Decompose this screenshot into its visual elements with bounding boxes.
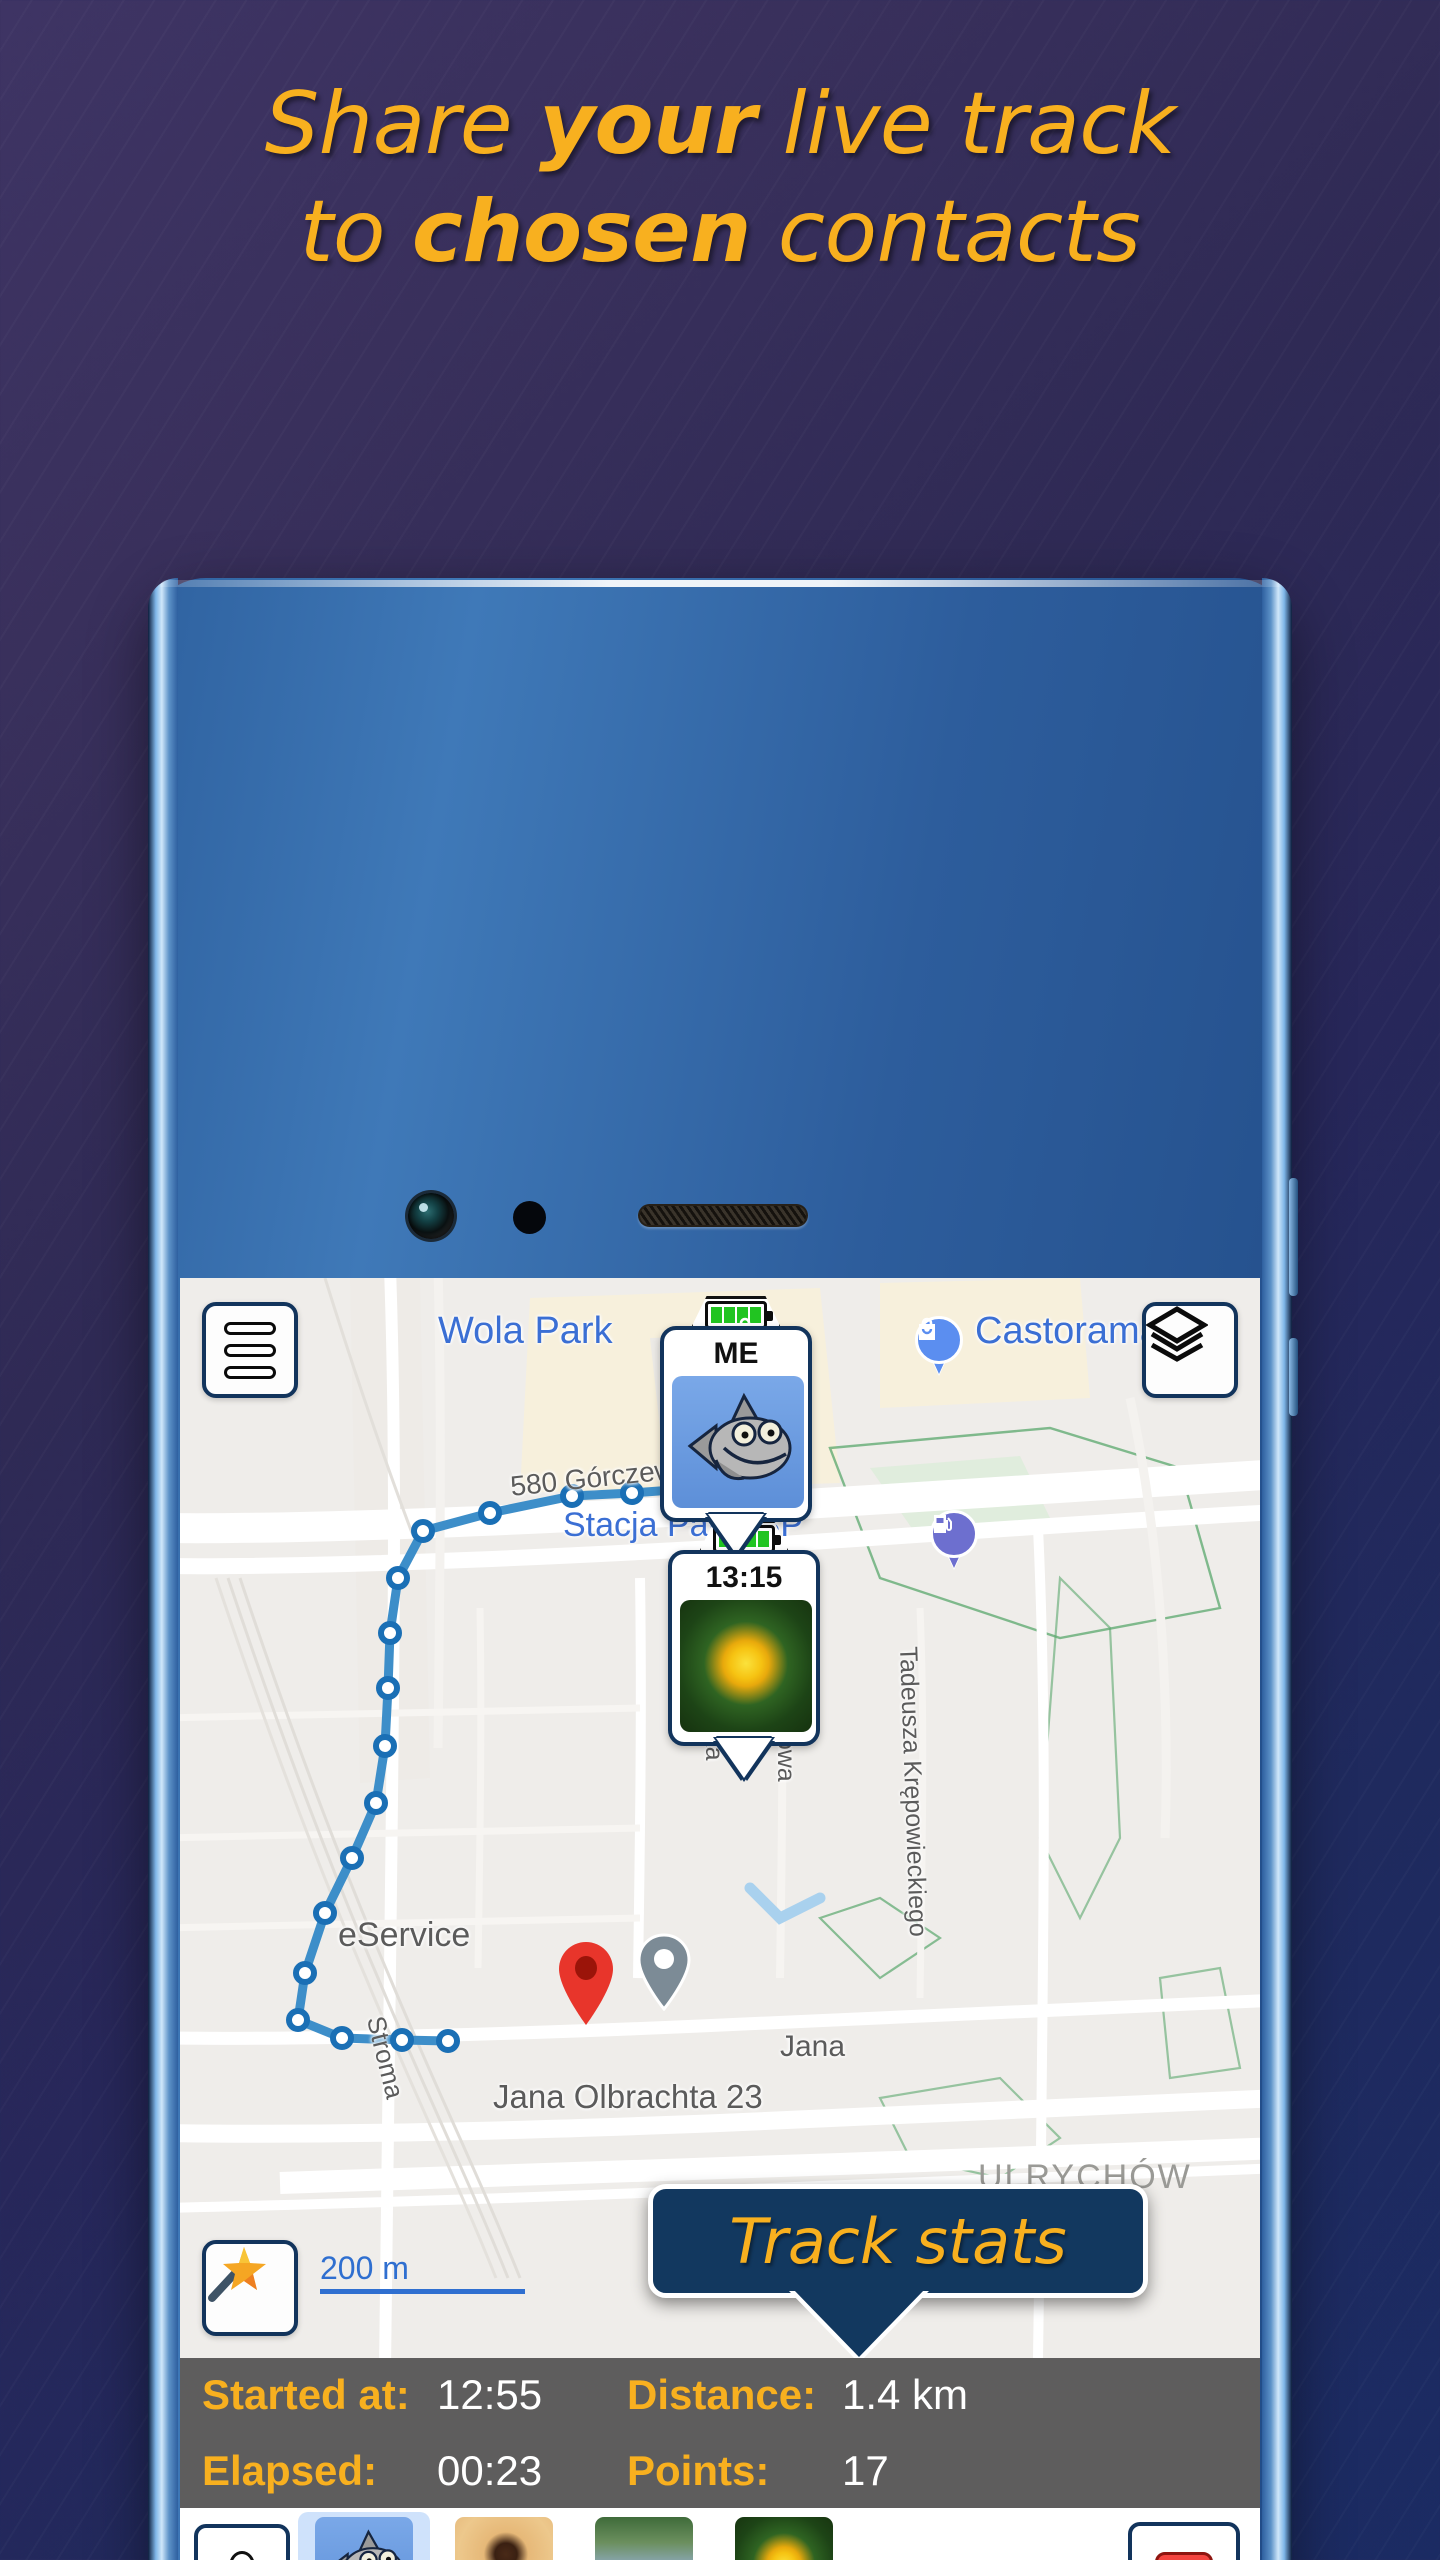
callout-bubble: ME [660, 1326, 812, 1554]
stat-value-points: 17 [842, 2447, 889, 2494]
headline-line-1: Share your live track [0, 70, 1440, 178]
phone-left-edge [148, 578, 178, 2560]
stat-label-points: Points: [627, 2447, 770, 2494]
callout-tail [716, 1738, 772, 1778]
stat-value-elapsed: 00:23 [437, 2447, 543, 2494]
marker-callout-me[interactable]: ME [660, 1296, 812, 1554]
headline-text: live track [755, 74, 1176, 174]
earpiece-speaker-icon [638, 1204, 808, 1227]
stat-label-elapsed: Elapsed: [202, 2447, 378, 2494]
contacts-list-button[interactable] [194, 2524, 290, 2560]
avatar [595, 2517, 693, 2560]
contact-item-paul[interactable]: Paul [578, 2512, 710, 2560]
lake-photo-avatar-icon [595, 2517, 693, 2560]
layers-button[interactable] [1142, 1302, 1238, 1398]
callout-avatar-shark[interactable] [672, 1376, 804, 1508]
page-title: Share your live track to chosen contacts [0, 70, 1440, 286]
phone-mockup: Wola Park Castorama 580 Górczewska Stacj… [148, 578, 1298, 2560]
shark-avatar-icon [672, 1376, 804, 1508]
headline-line-2: to chosen contacts [0, 178, 1440, 286]
headline-emphasis: your [538, 74, 756, 174]
poi-pin-castorama[interactable] [915, 1316, 963, 1376]
avatar [735, 2517, 833, 2560]
contacts-bar: Me Kropka Paul [180, 2508, 1260, 2560]
person-list-icon [214, 2551, 270, 2560]
front-camera-icon [408, 1193, 454, 1239]
shopping-bag-icon [915, 1316, 963, 1364]
stop-recording-button[interactable] [1128, 2522, 1240, 2560]
callout-title-timestamp: 13:15 [705, 1561, 783, 1594]
menu-button[interactable] [202, 1302, 298, 1398]
phone-top-highlight [160, 580, 1280, 587]
stop-square-icon [1155, 2552, 1213, 2560]
hamburger-icon [224, 1321, 276, 1379]
contact-item-veronika[interactable]: Veronika [718, 2512, 850, 2560]
headline-text: Share [264, 74, 539, 174]
map-scale: 200 m [320, 2250, 525, 2294]
callout-bubble: 13:15 [668, 1550, 820, 1778]
map-pin-grey-icon[interactable] [635, 1933, 693, 2011]
layers-icon [1146, 1306, 1208, 1362]
map-canvas[interactable]: Wola Park Castorama 580 Górczewska Stacj… [180, 1278, 1260, 2358]
track-stats-callout-banner: Track stats [648, 2184, 1148, 2357]
marker-callout-photo[interactable]: 13:15 [668, 1520, 820, 1778]
avatar [315, 2517, 413, 2560]
map-scale-label: 200 m [320, 2250, 409, 2286]
fuel-pump-icon [930, 1510, 978, 1558]
volume-button[interactable] [1289, 1338, 1298, 1416]
contact-item-me[interactable]: Me [298, 2512, 430, 2560]
headline-text: contacts [750, 182, 1141, 282]
phone-screen: Wola Park Castorama 580 Górczewska Stacj… [180, 1278, 1260, 2560]
callout-tail [708, 1514, 764, 1554]
map-scale-bar [320, 2289, 525, 2294]
proximity-sensor-icon [513, 1201, 546, 1234]
stat-value-started-at: 12:55 [437, 2371, 543, 2418]
poi-pin-fuel-station[interactable] [930, 1510, 978, 1570]
magic-wand-icon [208, 2247, 266, 2302]
banner-tail [793, 2289, 925, 2357]
avatar [455, 2517, 553, 2560]
stat-value-distance: 1.4 km [842, 2371, 969, 2418]
sunflower-photo-icon [680, 1600, 812, 1732]
phone-sensor-row [148, 1193, 1292, 1245]
callout-title-me: ME [713, 1337, 759, 1370]
ladybug-avatar-icon [455, 2517, 553, 2560]
sunflower-avatar-icon [735, 2517, 833, 2560]
headline-text: to [299, 182, 412, 282]
shark-avatar-icon [315, 2517, 413, 2560]
contact-item-kropka[interactable]: Kropka [438, 2512, 570, 2560]
stat-label-distance: Distance: [627, 2371, 817, 2418]
magic-wand-button[interactable] [202, 2240, 298, 2336]
stat-label-started-at: Started at: [202, 2371, 410, 2418]
callout-avatar-flower[interactable] [680, 1600, 812, 1732]
headline-emphasis: chosen [411, 182, 752, 282]
phone-right-edge [1262, 578, 1292, 2560]
track-stats-banner-label: Track stats [729, 2204, 1067, 2278]
map-pin-current-position-icon[interactable] [555, 1941, 617, 2027]
track-stats-panel: Started at: 12:55 Distance: 1.4 km Elaps… [180, 2358, 1260, 2508]
